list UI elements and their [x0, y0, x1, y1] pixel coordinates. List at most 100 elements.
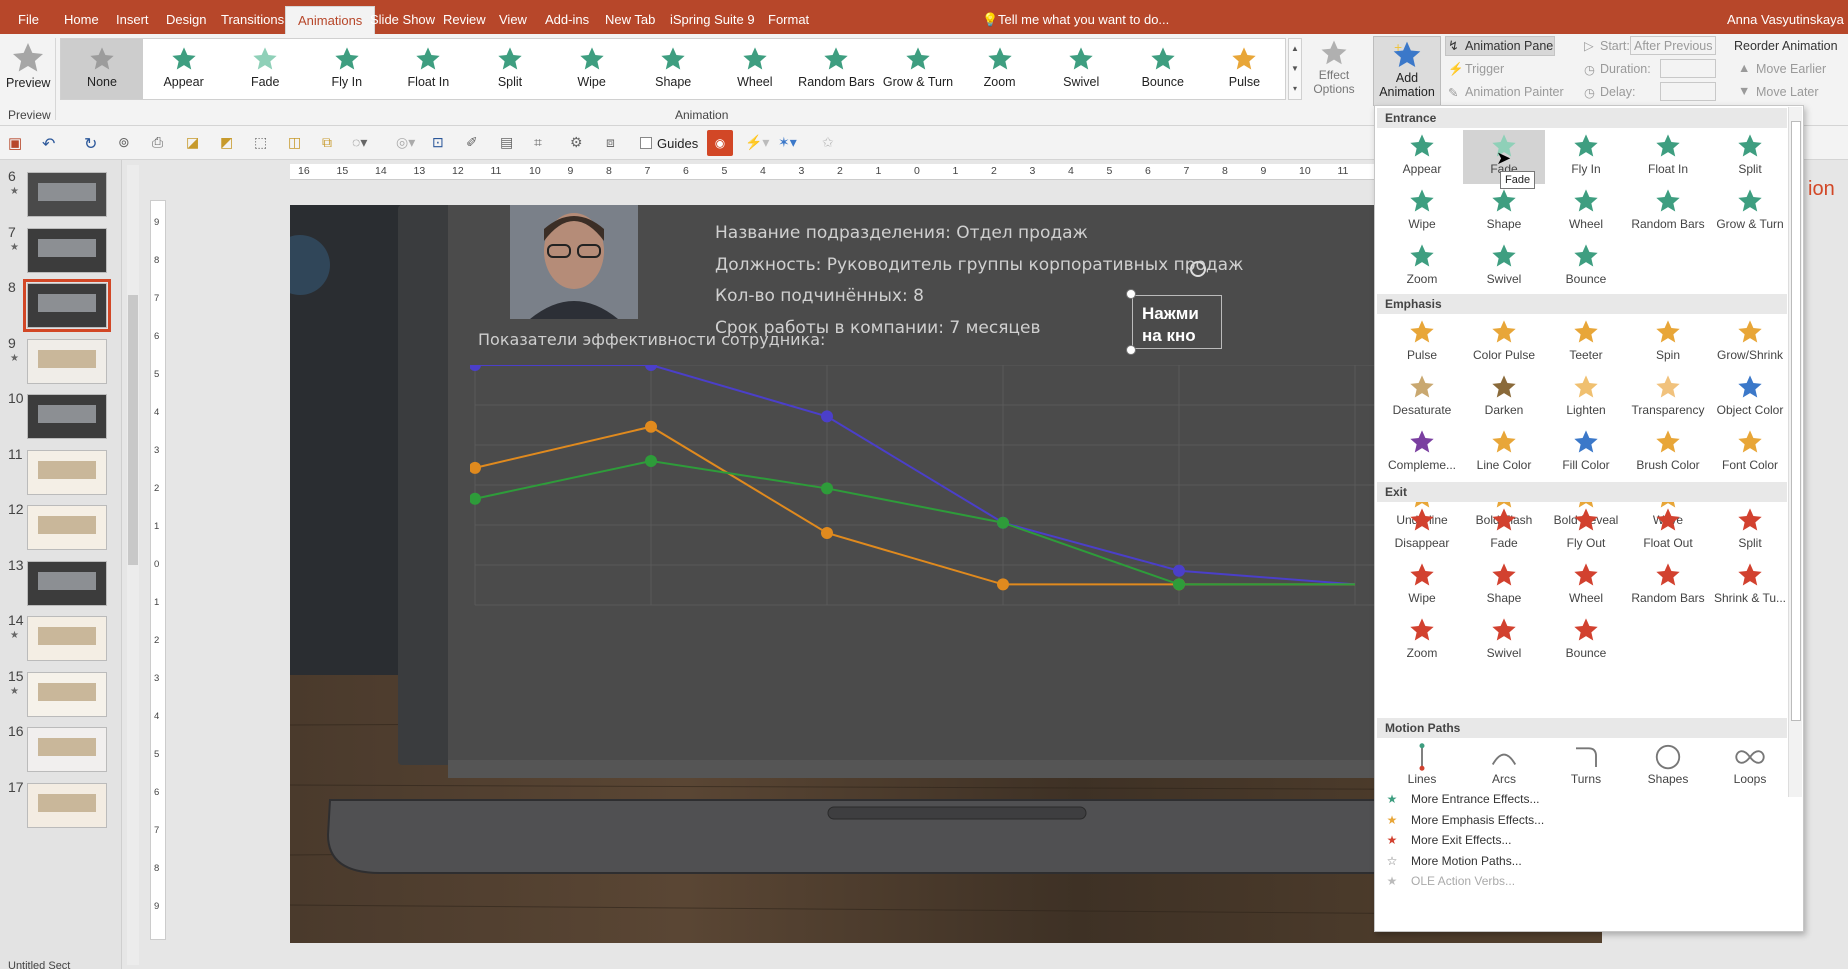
exit-effect-zoom[interactable]: Zoom: [1381, 614, 1463, 668]
tool-icon-10[interactable]: ▤: [500, 134, 518, 152]
tool-icon-3[interactable]: ◪: [186, 134, 204, 152]
exit-effect-shrink-tu[interactable]: Shrink & Tu...: [1709, 559, 1791, 613]
shapes-icon[interactable]: ◌▾: [352, 134, 370, 152]
slide-thumbnail[interactable]: [27, 560, 107, 606]
emphasis-effect-transparency[interactable]: Transparency: [1627, 371, 1709, 425]
entrance-effect-bounce[interactable]: Bounce: [1545, 240, 1627, 294]
motion-paths-effect-loops[interactable]: Loops: [1709, 740, 1791, 794]
emphasis-effect-desaturate[interactable]: Desaturate: [1381, 371, 1463, 425]
animation-painter-button[interactable]: Animation Painter: [1465, 85, 1564, 99]
emphasis-effect-compleme[interactable]: Compleme...: [1381, 426, 1463, 480]
section-label[interactable]: Untitled Sect: [8, 960, 70, 969]
tool-icon-12[interactable]: ⚙: [570, 134, 588, 152]
emphasis-effect-pulse[interactable]: Pulse: [1381, 316, 1463, 370]
tool-icon-2[interactable]: ⎙: [152, 134, 170, 152]
menu-tab-file[interactable]: File: [18, 0, 39, 34]
tool-icon-9[interactable]: ✐: [466, 134, 484, 152]
slide-thumbnail[interactable]: [27, 449, 107, 495]
undo-icon[interactable]: ↶: [42, 134, 60, 153]
menu-tab-format[interactable]: Format: [768, 0, 809, 34]
menu-tab-new-tab[interactable]: New Tab: [605, 0, 655, 34]
emphasis-effect-teeter[interactable]: Teeter: [1545, 316, 1627, 370]
tell-me-box[interactable]: Tell me what you want to do...: [998, 0, 1169, 34]
emphasis-effect-line-color[interactable]: Line Color: [1463, 426, 1545, 480]
user-name[interactable]: Anna Vasyutinskaya: [1727, 0, 1844, 34]
animation-pane-label[interactable]: Animation Pane: [1465, 39, 1553, 53]
exit-effect-disappear[interactable]: Disappear: [1381, 504, 1463, 558]
entrance-effect-fly-in[interactable]: Fly In: [1545, 130, 1627, 184]
slide-thumbnail[interactable]: [27, 505, 107, 550]
tool-icon-4[interactable]: ◩: [220, 134, 238, 152]
gallery-item-swivel[interactable]: Swivel: [1040, 39, 1122, 99]
tool-icon-6[interactable]: ◫: [288, 134, 306, 152]
employee-photo[interactable]: [510, 205, 638, 319]
gallery-item-wipe[interactable]: Wipe: [551, 39, 633, 99]
emphasis-effect-fill-color[interactable]: Fill Color: [1545, 426, 1627, 480]
exit-effect-wheel[interactable]: Wheel: [1545, 559, 1627, 613]
menu-tab-animations[interactable]: Animations: [285, 6, 376, 34]
exit-effect-bounce[interactable]: Bounce: [1545, 614, 1627, 668]
motion-paths-effect-shapes[interactable]: Shapes: [1627, 740, 1709, 794]
preview-button[interactable]: Preview: [6, 38, 50, 100]
gallery-item-bounce[interactable]: Bounce: [1122, 39, 1204, 99]
exit-effect-shape[interactable]: Shape: [1463, 559, 1545, 613]
entrance-effect-random-bars[interactable]: Random Bars: [1627, 185, 1709, 239]
gallery-item-appear[interactable]: Appear: [143, 39, 225, 99]
gallery-scroll[interactable]: ▲ ▼ ▾: [1288, 38, 1302, 100]
slide-thumbnail[interactable]: [27, 782, 107, 828]
slide-thumbnail[interactable]: [27, 172, 107, 217]
add-star-icon[interactable]: ✶▾: [778, 134, 797, 152]
exit-effect-fly-out[interactable]: Fly Out: [1545, 504, 1627, 558]
gallery-item-fly-in[interactable]: Fly In: [306, 39, 388, 99]
exit-effect-random-bars[interactable]: Random Bars: [1627, 559, 1709, 613]
exit-effect-split[interactable]: Split: [1709, 504, 1791, 558]
menu-more-entrance-effects[interactable]: ★ More Entrance Effects...: [1383, 792, 1540, 806]
resize-handle[interactable]: [1126, 345, 1136, 355]
tool-icon-1[interactable]: ⊚: [118, 134, 136, 152]
add-animation-button[interactable]: + Add Animation: [1373, 36, 1441, 106]
dropdown-scrollbar-thumb[interactable]: [1791, 121, 1801, 721]
entrance-effect-wheel[interactable]: Wheel: [1545, 185, 1627, 239]
emphasis-effect-brush-color[interactable]: Brush Color: [1627, 426, 1709, 480]
gallery-item-grow-turn[interactable]: Grow & Turn: [877, 39, 959, 99]
gallery-item-none[interactable]: None: [61, 39, 143, 99]
thumb-scrollbar-thumb[interactable]: [128, 295, 138, 565]
slide-thumbnail[interactable]: [27, 394, 107, 439]
tool-icon-7[interactable]: ⧉: [322, 134, 340, 152]
entrance-effect-swivel[interactable]: Swivel: [1463, 240, 1545, 294]
lightning-dim-icon[interactable]: ⚡▾: [745, 134, 769, 152]
menu-tab-ispring-suite-9[interactable]: iSpring Suite 9: [670, 0, 755, 34]
slide-thumbnail[interactable]: [27, 338, 107, 384]
motion-paths-effect-turns[interactable]: Turns: [1545, 740, 1627, 794]
entrance-effect-float-in[interactable]: Float In: [1627, 130, 1709, 184]
gallery-item-random-bars[interactable]: Random Bars: [795, 39, 877, 99]
dropdown-scrollbar[interactable]: [1788, 107, 1802, 797]
slide-thumbnail[interactable]: [27, 671, 107, 717]
emphasis-effect-spin[interactable]: Spin: [1627, 316, 1709, 370]
gallery-item-wheel[interactable]: Wheel: [714, 39, 796, 99]
gallery-item-float-in[interactable]: Float In: [387, 39, 469, 99]
emphasis-effect-object-color[interactable]: Object Color: [1709, 371, 1791, 425]
duration-input[interactable]: [1660, 59, 1716, 78]
resize-handle[interactable]: [1126, 289, 1136, 299]
menu-tab-insert[interactable]: Insert: [116, 0, 149, 34]
emphasis-effect-lighten[interactable]: Lighten: [1545, 371, 1627, 425]
gallery-item-fade[interactable]: Fade: [224, 39, 306, 99]
gallery-item-pulse[interactable]: Pulse: [1203, 39, 1285, 99]
entrance-effect-shape[interactable]: Shape: [1463, 185, 1545, 239]
menu-tab-home[interactable]: Home: [64, 0, 99, 34]
emphasis-effect-grow-shrink[interactable]: Grow/Shrink: [1709, 316, 1791, 370]
tool-icon-8[interactable]: ⊡: [432, 134, 450, 152]
menu-tab-view[interactable]: View: [499, 0, 527, 34]
motion-paths-effect-lines[interactable]: Lines: [1381, 740, 1463, 794]
entrance-effect-split[interactable]: Split: [1709, 130, 1791, 184]
delay-input[interactable]: [1660, 82, 1716, 101]
emphasis-effect-darken[interactable]: Darken: [1463, 371, 1545, 425]
slide-thumbnail[interactable]: [27, 227, 107, 273]
menu-tab-slide-show[interactable]: Slide Show: [370, 0, 435, 34]
entrance-effect-zoom[interactable]: Zoom: [1381, 240, 1463, 294]
motion-paths-effect-arcs[interactable]: Arcs: [1463, 740, 1545, 794]
entrance-effect-appear[interactable]: Appear: [1381, 130, 1463, 184]
menu-more-exit-effects[interactable]: ★ More Exit Effects...: [1383, 833, 1512, 847]
menu-more-motion-paths[interactable]: ☆ More Motion Paths...: [1383, 854, 1522, 868]
